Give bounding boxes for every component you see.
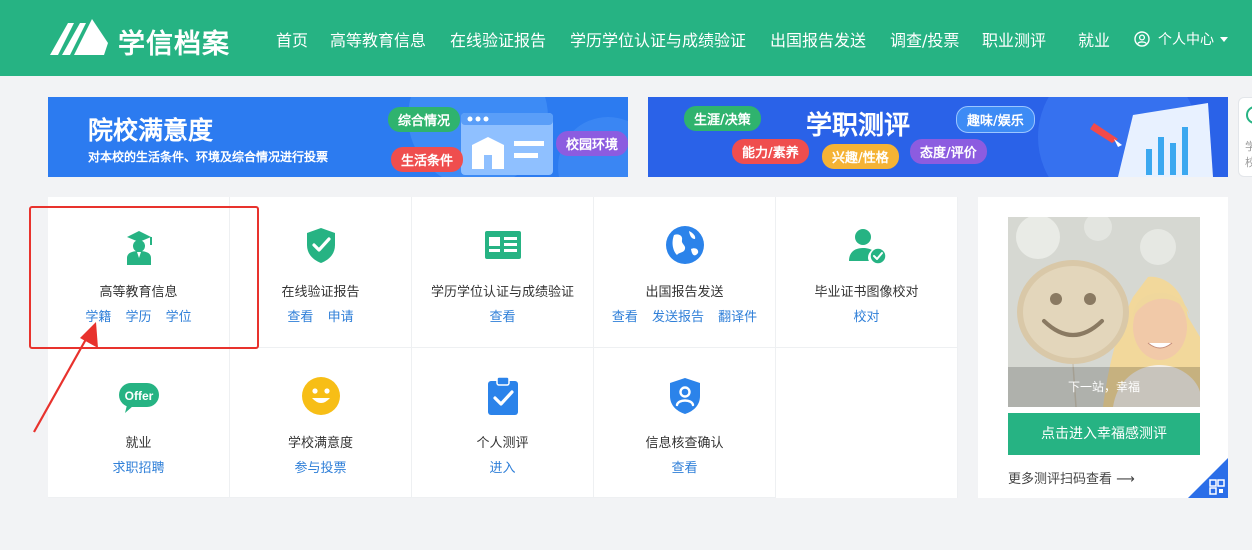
banner-left-subtitle: 对本校的生活条件、环境及综合情况进行投票 — [88, 150, 329, 164]
annotation-arrow-icon — [33, 322, 98, 433]
link-proofread[interactable]: 校对 — [853, 310, 879, 325]
chevron-down-icon — [1220, 36, 1228, 42]
promo-photo[interactable]: 下一站，幸福 — [1008, 217, 1200, 407]
banner-tag: 兴趣/性格 — [822, 144, 899, 169]
smiley-icon — [302, 377, 340, 415]
nav-overseas-report[interactable]: 出国报告发送 — [770, 27, 866, 51]
banner-right-title: 学职测评 — [806, 111, 911, 141]
link-send-report[interactable]: 发送报告 — [652, 310, 704, 325]
link-enter[interactable]: 进入 — [489, 461, 515, 476]
user-circle-icon — [1134, 31, 1150, 47]
banner-tag: 校园环境 — [556, 131, 628, 156]
service-school-satisfaction[interactable]: 学校满意度 参与投票 — [230, 348, 412, 498]
service-certificate-check[interactable]: 毕业证书图像校对 校对 — [776, 197, 958, 348]
shield-user-icon — [670, 378, 700, 414]
nav-career-assessment[interactable]: 职业测评 — [982, 27, 1046, 51]
globe-icon — [666, 226, 704, 264]
link-view[interactable]: 查看 — [671, 461, 697, 476]
partial-icon — [1246, 106, 1252, 124]
id-card-icon — [485, 231, 521, 259]
banner-career-assessment[interactable]: 学职测评 生涯/决策 能力/素养 兴趣/性格 态度/评价 趣味/娱乐 — [648, 97, 1228, 177]
banner-tag: 趣味/娱乐 — [956, 106, 1035, 133]
banner-tag: 生活条件 — [391, 147, 464, 172]
nav-higher-education[interactable]: 高等教育信息 — [330, 27, 426, 51]
service-overseas-report[interactable]: 出国报告发送 查看 发送报告 翻译件 — [594, 197, 776, 348]
logo-icon[interactable] — [48, 17, 110, 57]
nav-survey-vote[interactable]: 调查/投票 — [890, 27, 959, 51]
service-title: 信息核查确认 — [645, 436, 724, 451]
offer-badge-text: Offer — [125, 389, 154, 403]
link-job-recruitment[interactable]: 求职招聘 — [112, 461, 164, 476]
service-info-verification[interactable]: 信息核查确认 查看 — [594, 348, 776, 498]
qr-code-icon[interactable] — [1188, 458, 1228, 498]
service-degree-verification[interactable]: 学历学位认证与成绩验证 查看 — [412, 197, 594, 348]
top-header: 学信档案 首页 高等教育信息 在线验证报告 学历学位认证与成绩验证 出国报告发送… — [0, 0, 1252, 76]
nav-online-report[interactable]: 在线验证报告 — [450, 27, 546, 51]
edge-card-char: 校 — [1245, 156, 1252, 169]
link-translation[interactable]: 翻译件 — [718, 310, 757, 325]
service-personal-assessment[interactable]: 个人测评 进入 — [412, 348, 594, 498]
nav-degree-verification[interactable]: 学历学位认证与成绩验证 — [570, 27, 746, 51]
logo-text[interactable]: 学信档案 — [118, 22, 230, 61]
nav-home[interactable]: 首页 — [276, 27, 308, 51]
offer-icon: Offer — [119, 383, 159, 413]
banner-left-title: 院校满意度 — [88, 116, 214, 145]
edge-card-partial[interactable]: 学 校 — [1238, 97, 1252, 177]
user-center-menu[interactable]: 个人中心 — [1134, 29, 1228, 49]
service-title: 学历学位认证与成绩验证 — [430, 285, 574, 300]
banner-tag: 综合情况 — [388, 107, 461, 132]
edge-card-char: 学 — [1245, 140, 1252, 153]
link-view[interactable]: 查看 — [287, 310, 313, 325]
user-center-label: 个人中心 — [1158, 32, 1214, 48]
clipboard-check-icon — [488, 376, 518, 415]
banner-tag: 态度/评价 — [910, 139, 987, 164]
banner-school-satisfaction[interactable]: 院校满意度 对本校的生活条件、环境及综合情况进行投票 综合情况 生活条件 校园环… — [48, 97, 628, 177]
link-view[interactable]: 查看 — [612, 310, 638, 325]
service-title: 出国报告发送 — [645, 285, 724, 300]
banner-tag: 生涯/决策 — [684, 106, 761, 131]
link-view[interactable]: 查看 — [489, 310, 515, 325]
happiness-assessment-button[interactable]: 点击进入幸福感测评 — [1008, 413, 1200, 455]
service-empty-cell — [776, 348, 958, 498]
link-apply[interactable]: 申请 — [328, 310, 354, 325]
banner-tag: 能力/素养 — [732, 139, 809, 164]
link-vote[interactable]: 参与投票 — [294, 461, 346, 476]
more-assessments-link[interactable]: 更多测评扫码查看 ⟶ — [1008, 468, 1135, 487]
service-title: 个人测评 — [476, 436, 529, 451]
service-title: 学校满意度 — [287, 436, 353, 451]
user-check-icon — [849, 229, 887, 265]
photo-caption: 下一站，幸福 — [1067, 380, 1140, 394]
shield-check-icon — [307, 228, 335, 263]
service-title: 毕业证书图像校对 — [814, 285, 919, 300]
nav-employment[interactable]: 就业 — [1078, 27, 1110, 51]
happiness-assessment-panel: 下一站，幸福 点击进入幸福感测评 更多测评扫码查看 ⟶ — [978, 197, 1228, 498]
